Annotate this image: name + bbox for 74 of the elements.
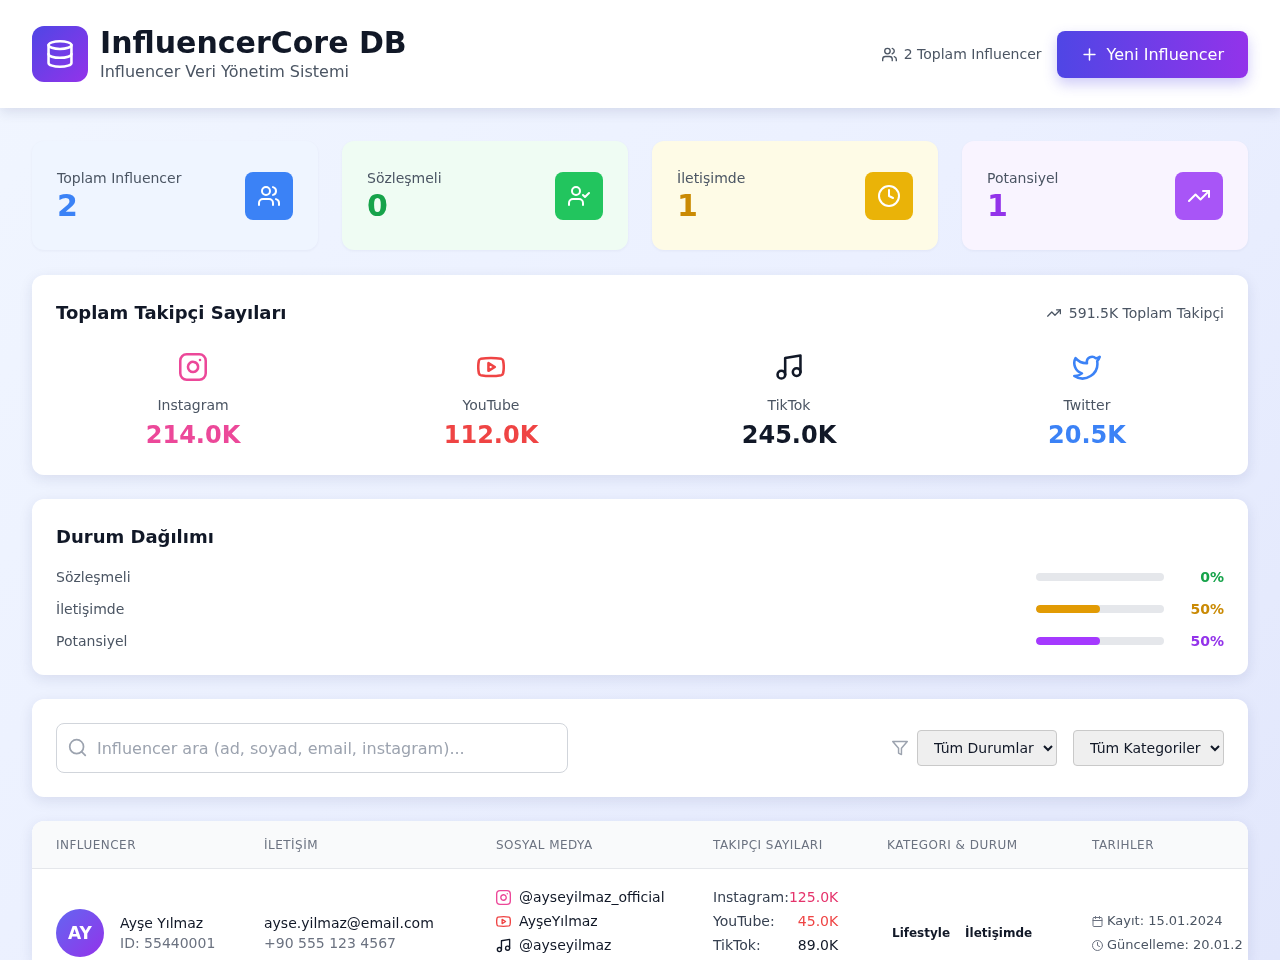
platform-count: 112.0K — [443, 420, 539, 451]
column-header: İLETİŞİM — [264, 836, 319, 853]
percent-reading: 0% — [1199, 568, 1224, 587]
platform-count: 245.0K — [741, 420, 837, 451]
filter-select[interactable]: Tüm Kategoriler — [1073, 730, 1224, 766]
platform-name: YouTube — [462, 396, 520, 415]
music-note-icon — [775, 353, 803, 381]
category-label: Lifestyle — [891, 925, 952, 942]
user-avatar: AY — [56, 909, 104, 957]
follower-count: 89.0K — [797, 936, 839, 955]
column-header: KATEGORI & DURUM — [887, 836, 1018, 853]
platform-count: 20.5K — [1048, 420, 1126, 451]
stat-value: 2 — [57, 187, 79, 224]
social-handle: @ayseyilmaz — [519, 936, 612, 955]
app-subtitle: Influencer Veri Yönetim Sistemi — [100, 61, 350, 83]
app-title: InfluencerCore DB — [100, 25, 407, 61]
clock-icon — [1092, 939, 1103, 951]
stat-value: 0 — [367, 187, 389, 224]
social-handle: @ayseyilmaz_official — [519, 888, 665, 907]
follower-label: Instagram: — [713, 888, 789, 907]
calendar-icon — [1092, 915, 1103, 927]
play-icon — [496, 913, 511, 929]
social-handle: AyşeYılmaz — [519, 912, 598, 931]
clock-icon — [865, 171, 913, 220]
stat-value: 1 — [987, 187, 1009, 224]
music-note-icon — [496, 937, 511, 953]
contact-phone: +90 555 123 4567 — [264, 934, 396, 953]
influencer-id: ID: 55440001 — [120, 934, 216, 953]
percent-reading: 50% — [1189, 632, 1224, 651]
stat-label: Toplam Influencer — [57, 168, 182, 188]
panel-title: Toplam Takipçi Sayıları — [56, 301, 287, 325]
camera-icon — [496, 889, 511, 905]
users-icon — [245, 171, 293, 220]
platform-name: Twitter — [1063, 396, 1111, 415]
influencer-name: Ayşe Yılmaz — [120, 914, 204, 933]
follower-label: TikTok: — [713, 936, 762, 955]
camera-icon — [179, 353, 207, 381]
database-icon — [32, 26, 88, 82]
bird-icon — [1073, 353, 1101, 381]
follower-count: 125.0K — [788, 888, 839, 907]
date-text: Güncelleme: 20.01.2 — [1107, 936, 1243, 954]
percent-reading: 50% — [1189, 600, 1224, 619]
trending-up-icon — [1046, 306, 1061, 320]
date-text: Kayıt: 15.01.2024 — [1107, 912, 1223, 930]
platform-count: 214.0K — [145, 420, 241, 451]
status-label: Sözleşmeli — [56, 568, 132, 587]
column-header: TAKIPÇI SAYILARI — [713, 836, 823, 853]
contact-email: ayse.yilmaz@email.com — [264, 914, 434, 933]
influencer-count: 2 Toplam Influencer — [903, 45, 1042, 64]
column-header: SOSYAL MEDYA — [496, 836, 593, 853]
stat-value: 1 — [677, 187, 699, 224]
status-label: Potansiyel — [56, 632, 129, 651]
platform-name: Instagram — [157, 396, 229, 415]
panel-title: Durum Dağılımı — [56, 525, 215, 549]
column-header: TARIHLER — [1092, 836, 1154, 853]
follower-label: YouTube: — [713, 912, 776, 931]
new-influencer-button[interactable]: Yeni Influencer — [1056, 30, 1248, 78]
status-label: İletişimde — [964, 924, 1034, 942]
filter-icon — [892, 740, 908, 756]
filter-select[interactable]: Tüm Durumlar — [917, 730, 1057, 766]
plus-icon — [1080, 45, 1098, 63]
stat-label: Sözleşmeli — [367, 168, 442, 188]
follower-count: 45.0K — [797, 912, 839, 931]
stat-label: Potansiyel — [987, 168, 1059, 188]
search-icon — [68, 738, 87, 757]
column-header: INFLUENCER — [56, 836, 136, 853]
stat-label: İletişimde — [677, 168, 746, 188]
total-followers: 591.5K Toplam Takipçi — [1068, 304, 1224, 323]
users-icon — [881, 46, 897, 62]
trending-up-icon — [1175, 171, 1223, 220]
search-field[interactable]: Influencer ara (ad, soyad, email, instagram)... — [56, 723, 568, 773]
platform-name: TikTok — [767, 396, 811, 415]
user-check-icon — [555, 171, 603, 220]
status-label: İletişimde — [56, 600, 126, 619]
